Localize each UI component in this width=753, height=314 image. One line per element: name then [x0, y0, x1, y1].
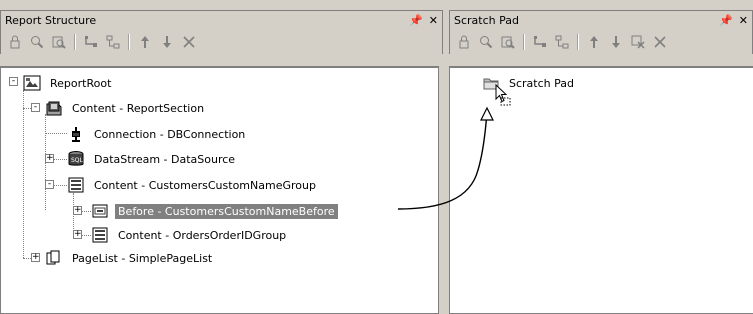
- tree-node-label: Connection - DBConnection: [94, 127, 246, 141]
- report-root-icon: [23, 75, 41, 91]
- close-icon[interactable]: ✕: [739, 14, 748, 27]
- scratch-pad-tree[interactable]: Scratch Pad: [449, 66, 753, 314]
- toolbar-separator: [577, 34, 579, 50]
- group-icon: [91, 227, 109, 243]
- find-replace-icon[interactable]: [498, 32, 518, 52]
- tree-line: [23, 90, 24, 258]
- tree-node-label: Scratch Pad: [509, 76, 574, 90]
- report-structure-tree[interactable]: - ReportRoot - Content - ReportSection C…: [0, 66, 439, 314]
- collapse-toggle[interactable]: -: [31, 103, 40, 112]
- find-icon[interactable]: [27, 32, 47, 52]
- tree-node-label: DataStream - DataSource: [94, 152, 236, 166]
- tree-node-customers-group[interactable]: Content - CustomersCustomNameGroup: [67, 176, 319, 194]
- move-up-icon[interactable]: [135, 32, 155, 52]
- tree-node-datastream[interactable]: SQL DataStream - DataSource: [67, 150, 238, 168]
- delete-icon[interactable]: [179, 32, 199, 52]
- toolbar-separator: [128, 34, 130, 50]
- outdent-icon[interactable]: [103, 32, 123, 52]
- tree-node-label: ReportRoot: [50, 76, 112, 90]
- outdent-icon[interactable]: [552, 32, 572, 52]
- tree-node-label: PageList - SimplePageList: [72, 251, 213, 265]
- expand-toggle[interactable]: +: [73, 206, 82, 215]
- band-icon: [91, 203, 109, 219]
- scratch-pad-toolbar: [449, 30, 753, 54]
- tree-node-orders-group[interactable]: Content - OrdersOrderIDGroup: [91, 226, 289, 244]
- svg-text:SQL: SQL: [71, 157, 84, 164]
- delete-icon[interactable]: [650, 32, 670, 52]
- expand-toggle[interactable]: +: [45, 154, 54, 163]
- move-down-icon[interactable]: [157, 32, 177, 52]
- tree-node-connection[interactable]: Connection - DBConnection: [67, 125, 248, 143]
- toolbar-separator: [523, 34, 525, 50]
- scratch-pad-titlebar: Scratch Pad 📌 ✕: [449, 10, 753, 30]
- report-structure-toolbar: [0, 30, 443, 54]
- pagelist-icon: [45, 250, 63, 266]
- cut-icon[interactable]: [628, 32, 648, 52]
- connection-icon: [67, 126, 85, 142]
- pin-icon[interactable]: 📌: [719, 14, 733, 27]
- pin-icon[interactable]: 📌: [409, 14, 423, 27]
- indent-icon[interactable]: [530, 32, 550, 52]
- lock-icon[interactable]: [5, 32, 25, 52]
- drag-cursor-icon: [495, 84, 511, 106]
- tree-node-report-root[interactable]: ReportRoot: [23, 74, 114, 92]
- expand-toggle[interactable]: +: [73, 230, 82, 239]
- group-icon: [67, 177, 85, 193]
- tree-node-customers-before[interactable]: Before - CustomersCustomNameBefore: [91, 202, 338, 220]
- report-structure-titlebar: Report Structure 📌 ✕: [0, 10, 443, 30]
- find-icon[interactable]: [476, 32, 496, 52]
- tree-line: [45, 133, 67, 134]
- toolbar-separator: [74, 34, 76, 50]
- collapse-toggle[interactable]: -: [9, 77, 18, 86]
- indent-icon[interactable]: [81, 32, 101, 52]
- tree-node-report-section[interactable]: Content - ReportSection: [45, 99, 207, 117]
- datasource-icon: SQL: [67, 151, 85, 167]
- section-icon: [45, 100, 63, 116]
- scratch-pad-panel: Scratch Pad 📌 ✕ Scratch Pad: [449, 10, 753, 314]
- move-down-icon[interactable]: [606, 32, 626, 52]
- panel-title: Report Structure: [5, 14, 97, 27]
- find-replace-icon[interactable]: [49, 32, 69, 52]
- report-structure-panel: Report Structure 📌 ✕ - ReportRoot - Cont…: [0, 10, 443, 314]
- collapse-toggle[interactable]: -: [45, 180, 54, 189]
- move-up-icon[interactable]: [584, 32, 604, 52]
- tree-node-label: Content - OrdersOrderIDGroup: [118, 228, 287, 242]
- lock-icon[interactable]: [454, 32, 474, 52]
- tree-node-label: Content - CustomersCustomNameGroup: [94, 178, 316, 192]
- expand-toggle[interactable]: +: [31, 253, 40, 262]
- panel-title: Scratch Pad: [454, 14, 519, 27]
- tree-node-pagelist[interactable]: PageList - SimplePageList: [45, 249, 215, 267]
- tree-node-label: Content - ReportSection: [72, 101, 205, 115]
- tree-node-label: Before - CustomersCustomNameBefore: [115, 203, 338, 219]
- close-icon[interactable]: ✕: [429, 14, 438, 27]
